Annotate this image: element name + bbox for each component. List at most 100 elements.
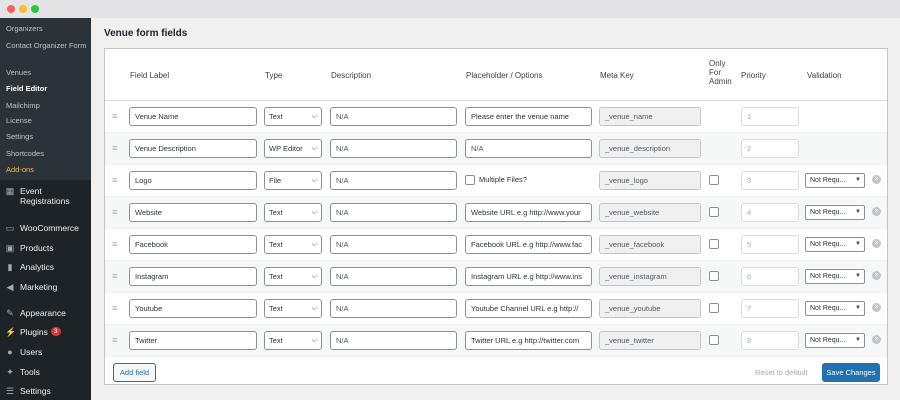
field-type-value: Text [269, 336, 283, 345]
remove-field-icon[interactable]: × [872, 303, 881, 312]
priority-input[interactable]: 4 [741, 203, 799, 222]
drag-handle-icon[interactable]: ≡ [112, 112, 117, 121]
submenu-item-contact-organizer-form[interactable]: Contact Organizer Form [6, 41, 90, 51]
only-for-admin-checkbox[interactable] [709, 271, 719, 281]
field-type-select[interactable]: Text ⌵ [264, 107, 322, 126]
placeholder-input[interactable]: Please enter the venue name [465, 107, 592, 126]
header-description: Description [331, 71, 372, 80]
admin-sidebar: Organizers Contact Organizer Form Venues… [0, 18, 91, 400]
validation-select[interactable]: Not Requ... ▼ [805, 237, 865, 252]
field-type-select[interactable]: Text ⌵ [264, 299, 322, 318]
validation-select[interactable]: Not Requ... ▼ [805, 301, 865, 316]
submenu-item-venues[interactable]: Venues [6, 68, 90, 78]
sidebar-submenu: Organizers Contact Organizer Form Venues… [0, 18, 91, 180]
field-label-input[interactable]: Venue Name [129, 107, 257, 126]
field-type-select[interactable]: File ⌵ [264, 171, 322, 190]
field-type-value: Text [269, 304, 283, 313]
field-label-input[interactable]: Logo [129, 171, 257, 190]
placeholder-input[interactable]: Website URL e.g http://www.your [465, 203, 592, 222]
only-for-admin-checkbox[interactable] [709, 303, 719, 313]
chevron-down-icon: ⌵ [311, 337, 317, 344]
meta-key-field: _venue_instagram [599, 267, 701, 286]
remove-field-icon[interactable]: × [872, 271, 881, 280]
placeholder-input[interactable]: Twitter URL e.g http://twitter.com [465, 331, 592, 350]
priority-input[interactable]: 1 [741, 107, 799, 126]
validation-value: Not Requ... [810, 241, 846, 248]
placeholder-input[interactable]: Instagram URL e.g http://www.ins [465, 267, 592, 286]
description-input[interactable]: N/A [330, 171, 457, 190]
header-field-label: Field Label [130, 71, 170, 80]
chevron-down-icon: ⌵ [311, 209, 317, 216]
submenu-item-add-ons[interactable]: Add-ons [6, 165, 90, 175]
table-row: ≡ Logo File ⌵ N/A Multiple Files? _venue_… [105, 165, 887, 197]
validation-select[interactable]: Not Requ... ▼ [805, 205, 865, 220]
remove-field-icon[interactable]: × [872, 239, 881, 248]
add-field-button[interactable]: Add field [113, 363, 156, 382]
priority-input[interactable]: 2 [741, 139, 799, 158]
drag-handle-icon[interactable]: ≡ [112, 304, 117, 313]
maximize-window-icon[interactable] [31, 5, 39, 13]
field-type-select[interactable]: Text ⌵ [264, 331, 322, 350]
reset-to-default-link[interactable]: Reset to default [755, 368, 808, 377]
validation-select[interactable]: Not Requ... ▼ [805, 269, 865, 284]
remove-field-icon[interactable]: × [872, 175, 881, 184]
drag-handle-icon[interactable]: ≡ [112, 336, 117, 345]
table-row: ≡ Website Text ⌵ N/A Website URL e.g http… [105, 197, 887, 229]
submenu-item-mailchimp[interactable]: Mailchimp [6, 101, 90, 111]
field-label-input[interactable]: Facebook [129, 235, 257, 254]
description-input[interactable]: N/A [330, 331, 457, 350]
priority-input[interactable]: 5 [741, 235, 799, 254]
drag-handle-icon[interactable]: ≡ [112, 208, 117, 217]
drag-handle-icon[interactable]: ≡ [112, 144, 117, 153]
header-meta-key: Meta Key [600, 71, 634, 80]
field-type-select[interactable]: Text ⌵ [264, 267, 322, 286]
submenu-item-organizers[interactable]: Organizers [6, 24, 90, 34]
field-label-input[interactable]: Instagram [129, 267, 257, 286]
only-for-admin-checkbox[interactable] [709, 239, 719, 249]
description-input[interactable]: N/A [330, 139, 457, 158]
validation-select[interactable]: Not Requ... ▼ [805, 173, 865, 188]
header-priority: Priority [741, 71, 766, 80]
field-label-input[interactable]: Venue Description [129, 139, 257, 158]
close-window-icon[interactable] [7, 5, 15, 13]
validation-select[interactable]: Not Requ... ▼ [805, 333, 865, 348]
menu-item-event-registrations[interactable]: ▦ Event Registrations [5, 186, 91, 208]
field-type-select[interactable]: Text ⌵ [264, 235, 322, 254]
save-changes-button[interactable]: Save Changes [822, 363, 880, 382]
description-input[interactable]: N/A [330, 107, 457, 126]
field-label-input[interactable]: Youtube [129, 299, 257, 318]
drag-handle-icon[interactable]: ≡ [112, 240, 117, 249]
sliders-icon: ☰ [5, 386, 15, 396]
header-type: Type [265, 71, 283, 80]
minimize-window-icon[interactable] [19, 5, 27, 13]
only-for-admin-checkbox[interactable] [709, 207, 719, 217]
field-type-select[interactable]: WP Editor ⌵ [264, 139, 322, 158]
priority-input[interactable]: 3 [741, 171, 799, 190]
drag-handle-icon[interactable]: ≡ [112, 272, 117, 281]
submenu-item-shortcodes[interactable]: Shortcodes [6, 149, 90, 159]
submenu-item-settings[interactable]: Settings [6, 132, 90, 142]
remove-field-icon[interactable]: × [872, 335, 881, 344]
multiple-files-checkbox[interactable] [465, 175, 475, 185]
archive-icon: ▣ [5, 243, 15, 253]
placeholder-input[interactable]: N/A [465, 139, 592, 158]
description-input[interactable]: N/A [330, 235, 457, 254]
field-label-input[interactable]: Website [129, 203, 257, 222]
priority-input[interactable]: 8 [741, 331, 799, 350]
priority-input[interactable]: 6 [741, 267, 799, 286]
only-for-admin-checkbox[interactable] [709, 335, 719, 345]
field-label-input[interactable]: Twitter [129, 331, 257, 350]
remove-field-icon[interactable]: × [872, 207, 881, 216]
only-for-admin-checkbox[interactable] [709, 175, 719, 185]
priority-input[interactable]: 7 [741, 299, 799, 318]
description-input[interactable]: N/A [330, 299, 457, 318]
field-type-select[interactable]: Text ⌵ [264, 203, 322, 222]
drag-handle-icon[interactable]: ≡ [112, 176, 117, 185]
description-input[interactable]: N/A [330, 203, 457, 222]
description-input[interactable]: N/A [330, 267, 457, 286]
bar-chart-icon: ▮ [7, 262, 13, 272]
placeholder-input[interactable]: Facebook URL e.g http://www.fac [465, 235, 592, 254]
submenu-item-field-editor[interactable]: Field Editor [6, 84, 90, 94]
submenu-item-license[interactable]: License [6, 116, 90, 126]
placeholder-input[interactable]: Youtube Channel URL e.g http:// [465, 299, 592, 318]
